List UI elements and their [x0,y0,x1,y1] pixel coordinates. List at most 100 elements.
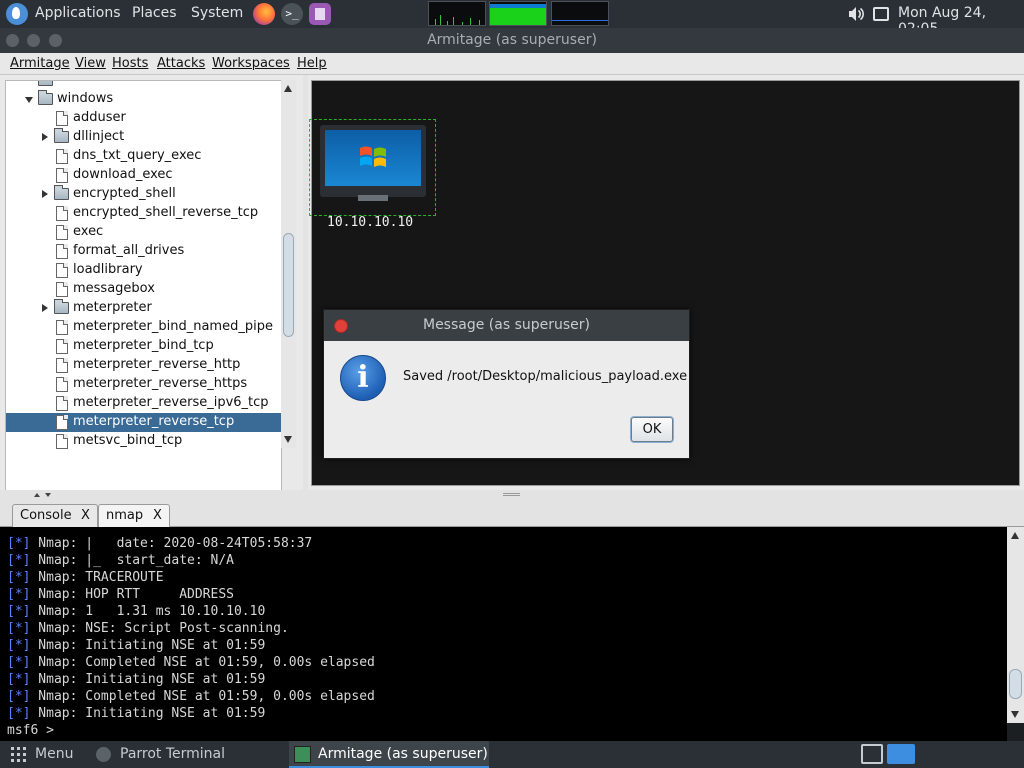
collapse-up-icon[interactable] [34,493,40,497]
tree-item[interactable]: messagebox [6,280,281,299]
tree-item[interactable]: download_exec [6,166,281,185]
console-tabs: Console X nmap X [0,501,1024,527]
console-line-tag: [*] [7,655,31,670]
keyboard-tray-icon[interactable] [861,744,883,764]
tree-item[interactable]: meterpreter_reverse_http [6,356,281,375]
console-line-tag: [*] [7,553,31,568]
splitter-grip[interactable] [503,493,520,496]
network-tray-icon[interactable] [887,744,915,764]
system-menu[interactable]: System [191,5,243,21]
scroll-up-icon[interactable] [284,85,292,92]
menu-attacks[interactable]: Attacks [157,56,205,71]
tree-item[interactable]: metsvc_bind_tcp [6,432,281,451]
tab-console-close-icon[interactable]: X [81,508,90,523]
tree-item[interactable]: encrypted_shell_reverse_tcp [6,204,281,223]
tab-nmap[interactable]: nmap X [98,504,170,527]
console-line-tag: [*] [7,604,31,619]
console-line-text: Nmap: |_ start_date: N/A [30,553,234,568]
tree-item-label: exec [73,224,104,239]
tree-item[interactable]: meterpreter_bind_named_pipe [6,318,281,337]
tab-console[interactable]: Console X [12,504,98,527]
console-line-tag: [*] [7,706,31,721]
console-line: [*] Nmap: Initiating NSE at 01:59 [7,638,265,653]
applications-menu[interactable]: Applications [35,5,121,21]
windows-logo-icon [360,146,386,167]
window-titlebar[interactable]: Armitage (as superuser) [0,28,1024,53]
firefox-icon[interactable] [253,3,275,25]
dialog-close-icon[interactable] [334,319,348,333]
expand-arrow-right-icon[interactable] [42,133,48,141]
console-line-text: Nmap: NSE: Script Post-scanning. [30,621,289,636]
scroll-down-icon[interactable] [284,436,292,443]
menu-grid-icon[interactable] [11,747,26,762]
places-menu[interactable]: Places [132,5,177,21]
scroll-thumb[interactable] [283,233,294,337]
tree-item[interactable]: meterpreter_reverse_https [6,375,281,394]
tab-nmap-close-icon[interactable]: X [153,508,162,523]
expand-arrow-down-icon[interactable] [25,97,33,103]
folder-icon [54,185,69,200]
console-scroll-up-icon[interactable] [1011,532,1019,539]
console-line: [*] Nmap: NSE: Script Post-scanning. [7,621,289,636]
tree-item[interactable]: meterpreter_reverse_ipv6_tcp [6,394,281,413]
close-window-button[interactable] [6,34,19,47]
module-tree[interactable]: windows adduser dllinject dns_txt_query_exe… [5,80,282,523]
volume-icon[interactable] [848,6,864,22]
tree-item-label: meterpreter_bind_named_pipe [73,319,273,334]
tree-item[interactable]: adduser [6,109,281,128]
tree-item[interactable]: format_all_drives [6,242,281,261]
console-scroll-thumb[interactable] [1009,669,1022,699]
minimize-window-button[interactable] [27,34,40,47]
network-graph [551,1,609,26]
tree-item[interactable]: meterpreter [6,299,281,318]
taskbar-item-armitage[interactable]: Armitage (as superuser) [289,741,489,768]
console-line-text: Nmap: TRACEROUTE [30,570,164,585]
text-editor-icon[interactable] [309,3,331,25]
console-line-text: Nmap: Initiating NSE at 01:59 [30,638,266,653]
tree-item[interactable]: meterpreter_bind_tcp [6,337,281,356]
horizontal-splitter[interactable] [0,490,1024,501]
console-scrollbar[interactable] [1007,527,1024,723]
terminal-launcher-icon[interactable]: >_ [281,3,303,25]
tree-item[interactable]: exec [6,223,281,242]
console-line-tag: [*] [7,536,31,551]
tree-item[interactable]: encrypted_shell [6,185,281,204]
file-icon [56,244,68,259]
tree-item[interactable]: windows [6,90,281,109]
parrot-logo-icon[interactable] [6,3,28,25]
module-tree-scrollbar[interactable] [281,80,296,448]
console-line-text: Nmap: 1 1.31 ms 10.10.10.10 [30,604,266,619]
dialog-message: Saved /root/Desktop/malicious_payload.ex… [403,369,688,384]
host-node[interactable]: 10.10.10.10 [309,119,436,230]
menu-armitage[interactable]: Armitage [10,56,70,71]
tree-item[interactable]: loadlibrary [6,261,281,280]
console-line-text: Nmap: HOP RTT ADDRESS [30,587,234,602]
tree-item-label: encrypted_shell [73,186,176,201]
collapse-down-icon[interactable] [45,493,51,497]
expand-arrow-right-icon[interactable] [42,190,48,198]
dialog-titlebar[interactable]: Message (as superuser) [324,310,689,341]
taskbar-menu-button[interactable]: Menu [35,746,73,762]
tree-item-label: meterpreter_bind_tcp [73,338,214,353]
tree-item-label: encrypted_shell_reverse_tcp [73,205,259,220]
taskbar-item-parrot-terminal[interactable]: Parrot Terminal [120,746,225,762]
tree-item-label: dllinject [73,129,125,144]
menu-view[interactable]: View [75,56,106,71]
console-scroll-down-icon[interactable] [1011,711,1019,718]
host-ip-label: 10.10.10.10 [327,215,414,230]
tree-item[interactable]: dllinject [6,128,281,147]
top-panel: Applications Places System >_ Mon Aug 24… [0,0,1024,37]
menu-help[interactable]: Help [297,56,327,71]
console-prompt[interactable]: msf6 > [7,723,54,738]
bottom-taskbar: Menu Parrot Terminal Armitage (as superu… [0,741,1024,768]
tree-item-label: meterpreter_reverse_ipv6_tcp [73,395,269,410]
ok-button[interactable]: OK [631,417,673,442]
menu-workspaces[interactable]: Workspaces [212,56,290,71]
nmap-console-output[interactable]: [*] Nmap: | date: 2020-08-24T05:58:37 [*]… [0,527,1007,741]
menu-hosts[interactable]: Hosts [112,56,148,71]
tree-item[interactable]: dns_txt_query_exec [6,147,281,166]
tree-item[interactable]: meterpreter_reverse_tcp [6,413,281,432]
display-icon[interactable] [873,7,889,21]
expand-arrow-right-icon[interactable] [42,304,48,312]
maximize-window-button[interactable] [49,34,62,47]
